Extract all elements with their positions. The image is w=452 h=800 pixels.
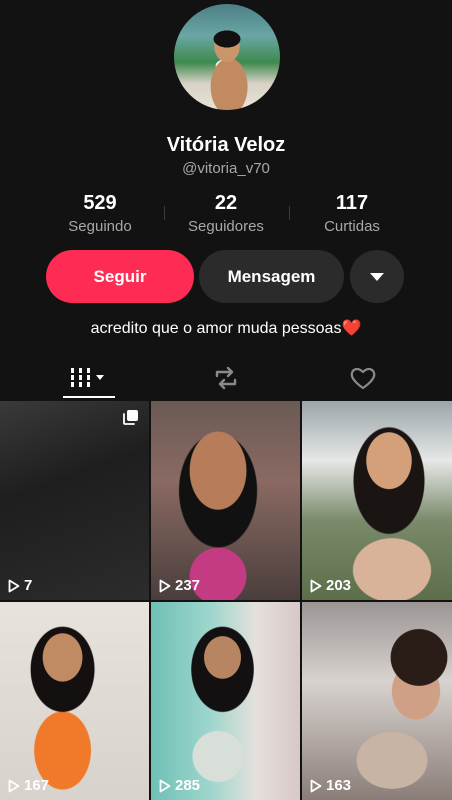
bio-heart-emoji: ❤️ <box>341 320 362 337</box>
tab-videos[interactable] <box>14 356 164 400</box>
bio-text: acredito que o amor muda pessoas <box>90 320 342 337</box>
stat-followers-label: Seguidores <box>188 218 264 235</box>
play-icon <box>159 579 171 592</box>
more-options-button[interactable] <box>350 250 404 303</box>
heart-outline-icon <box>350 367 376 390</box>
follow-button[interactable]: Seguir <box>46 250 194 303</box>
active-tab-indicator <box>63 396 115 398</box>
play-icon <box>159 779 171 792</box>
stat-following-value: 529 <box>83 192 117 214</box>
tab-liked[interactable] <box>288 356 438 400</box>
profile-handle: @vitoria_v70 <box>182 160 270 177</box>
video-thumbnail[interactable]: 237 <box>151 401 300 600</box>
profile-name: Vitória Veloz <box>166 134 286 156</box>
grid-icon <box>71 368 104 387</box>
view-count-text: 7 <box>24 577 33 594</box>
profile-tabs <box>0 356 452 400</box>
stat-following[interactable]: 529 Seguindo <box>40 192 160 235</box>
video-thumbnail[interactable]: 285 <box>151 602 300 800</box>
view-count: 203 <box>310 577 351 594</box>
caret-down-icon <box>370 272 384 281</box>
stat-followers-value: 22 <box>214 192 238 214</box>
view-count-text: 203 <box>326 577 352 594</box>
stat-likes-value: 117 <box>335 192 369 214</box>
stat-following-label: Seguindo <box>68 218 132 235</box>
repost-icon <box>215 366 237 390</box>
stats-divider <box>289 206 290 220</box>
play-icon <box>8 779 20 792</box>
profile-bio: acredito que o amor muda pessoas❤️ <box>0 318 452 338</box>
video-grid: 7 237 203 167 285 163 <box>0 401 452 800</box>
view-count: 163 <box>310 777 351 794</box>
stat-followers[interactable]: 22 Seguidores <box>166 192 286 235</box>
video-thumbnail[interactable]: 7 <box>0 401 149 600</box>
stats-divider <box>164 206 165 220</box>
view-count: 167 <box>8 777 49 794</box>
stat-likes[interactable]: 117 Curtidas <box>292 192 412 235</box>
view-count-text: 163 <box>326 777 352 794</box>
view-count-text: 167 <box>24 777 50 794</box>
tab-reposts[interactable] <box>151 356 301 400</box>
video-thumbnail[interactable]: 163 <box>302 602 452 800</box>
view-count: 285 <box>159 777 200 794</box>
profile-avatar[interactable] <box>174 4 280 110</box>
play-icon <box>310 579 322 592</box>
video-thumbnail[interactable]: 167 <box>0 602 149 800</box>
view-count: 237 <box>159 577 200 594</box>
play-icon <box>310 779 322 792</box>
view-count: 7 <box>8 577 32 594</box>
video-thumbnail[interactable]: 203 <box>302 401 452 600</box>
profile-stats: 529 Seguindo 22 Seguidores 117 Curtidas <box>0 192 452 236</box>
multi-photo-icon <box>123 410 138 425</box>
message-button[interactable]: Mensagem <box>199 250 344 303</box>
stat-likes-label: Curtidas <box>324 218 380 235</box>
play-icon <box>8 579 20 592</box>
view-count-text: 237 <box>175 577 201 594</box>
view-count-text: 285 <box>175 777 201 794</box>
